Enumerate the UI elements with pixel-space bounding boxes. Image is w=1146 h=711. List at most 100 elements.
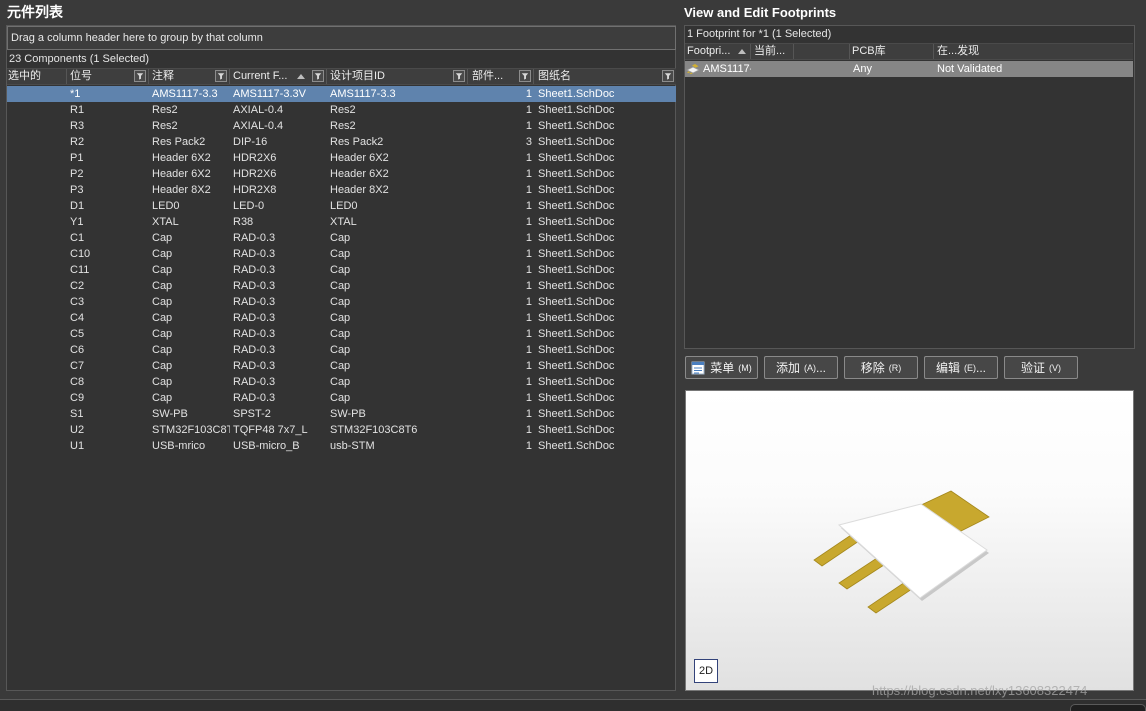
cell-selected (7, 102, 67, 118)
column-header-footprint[interactable]: Footpri... (685, 44, 751, 59)
cell-part-count: 1 (525, 200, 532, 212)
cell-design-item-id: Res2 (330, 104, 356, 116)
cell-designator: P2 (70, 168, 84, 180)
footprint-3d-preview[interactable]: 2D (685, 390, 1134, 691)
column-header-current-footprint[interactable]: Current F... (230, 69, 327, 84)
menu-button[interactable]: 菜单 (M) (685, 356, 758, 379)
cell-sheet: Sheet1.SchDoc (538, 424, 615, 436)
cell-current-footprint: RAD-0.3 (233, 248, 276, 260)
filter-icon[interactable] (215, 70, 227, 82)
filter-icon[interactable] (519, 70, 531, 82)
filter-icon[interactable] (134, 70, 146, 82)
component-row[interactable]: Y1 XTAL R38 XTAL 1 Sheet1.SchDoc (7, 214, 676, 230)
cell-designator: C7 (70, 360, 85, 372)
component-row[interactable]: C6 Cap RAD-0.3 Cap 1 Sheet1.SchDoc (7, 342, 676, 358)
cell-comment: AMS1117-3.3 (152, 88, 218, 100)
column-header-comment[interactable]: 注释 (149, 69, 230, 84)
component-row[interactable]: C7 Cap RAD-0.3 Cap 1 Sheet1.SchDoc (7, 358, 676, 374)
column-header-label: Footpri... (687, 45, 731, 57)
cell-selected (7, 438, 67, 454)
component-row[interactable]: C11 Cap RAD-0.3 Cap 1 Sheet1.SchDoc (7, 262, 676, 278)
cell-comment: Header 8X2 (152, 184, 211, 196)
component-row[interactable]: U1 USB-mrico USB-micro_B usb-STM 1 Sheet1.Sch… (7, 438, 676, 454)
cell-footprint: AMS1117- (685, 61, 751, 77)
cell-comment: Cap (152, 360, 173, 372)
column-header-sheet[interactable]: 图纸名 (534, 69, 676, 84)
cell-design-item-id: usb-STM (330, 440, 375, 452)
validate-button-label: 验证 (1020, 361, 1045, 375)
component-row[interactable]: P1 Header 6X2 HDR2X6 Header 6X2 1 Sheet1.SchD… (7, 150, 676, 166)
cell-part-count: 1 (525, 184, 532, 196)
column-header-pcb-library[interactable]: PCB库 (850, 44, 934, 59)
component-row[interactable]: C10 Cap RAD-0.3 Cap 1 Sheet1.SchDoc (7, 246, 676, 262)
filter-icon[interactable] (312, 70, 324, 82)
component-row[interactable]: P3 Header 8X2 HDR2X8 Header 8X2 1 Sheet1.SchD… (7, 182, 676, 198)
column-header-designator[interactable]: 位号 (67, 69, 149, 84)
cell-current-footprint: RAD-0.3 (233, 312, 276, 324)
cell-comment: Cap (152, 392, 173, 404)
column-header-current[interactable]: 当前... (751, 44, 794, 59)
remove-button[interactable]: 移除 (R) (844, 356, 918, 379)
cell-designator: P3 (70, 184, 84, 196)
column-header-selected[interactable]: 选中的 (7, 69, 67, 84)
cell-designator: U2 (70, 424, 85, 436)
filter-icon[interactable] (453, 70, 465, 82)
cell-comment: USB-mrico (152, 440, 206, 452)
component-row[interactable]: S1 SW-PB SPST-2 SW-PB 1 Sheet1.SchDoc (7, 406, 676, 422)
component-row[interactable]: P2 Header 6X2 HDR2X6 Header 6X2 1 Sheet1.SchD… (7, 166, 676, 182)
component-row[interactable]: C1 Cap RAD-0.3 Cap 1 Sheet1.SchDoc (7, 230, 676, 246)
cell-sheet: Sheet1.SchDoc (538, 216, 615, 228)
component-row[interactable]: D1 LED0 LED-0 LED0 1 Sheet1.SchDoc (7, 198, 676, 214)
remove-button-label: 移除 (860, 361, 885, 375)
cell-design-item-id: Cap (330, 392, 351, 404)
cell-design-item-id: XTAL (330, 216, 357, 228)
cell-part-count: 1 (525, 152, 532, 164)
edit-button-ellipsis: ... (976, 360, 987, 375)
footprint-icon (686, 64, 700, 75)
cell-designator: U1 (70, 440, 85, 452)
add-button[interactable]: 添加 (A) ... (764, 356, 838, 379)
cell-selected (7, 262, 67, 278)
cell-part-count: 1 (525, 248, 532, 260)
component-row[interactable]: U2 STM32F103C8T TQFP48 7x7_L STM32F103C8T6 1… (7, 422, 676, 438)
component-row[interactable]: C5 Cap RAD-0.3 Cap 1 Sheet1.SchDoc (7, 326, 676, 342)
cell-current-footprint: RAD-0.3 (233, 376, 276, 388)
cell-part-count: 1 (525, 392, 532, 404)
view-2d-button[interactable]: 2D (694, 659, 718, 683)
cell-design-item-id: SW-PB (330, 408, 366, 420)
cell-sheet: Sheet1.SchDoc (538, 168, 615, 180)
bottom-tab[interactable] (1070, 704, 1146, 711)
cell-part-count: 1 (525, 232, 532, 244)
cell-designator: *1 (70, 88, 81, 100)
component-row[interactable]: R3 Res2 AXIAL-0.4 Res2 1 Sheet1.SchDoc (7, 118, 676, 134)
cell-found-in: Not Validated (937, 63, 1003, 75)
cell-designator: C11 (70, 264, 90, 276)
component-row[interactable]: R1 Res2 AXIAL-0.4 Res2 1 Sheet1.SchDoc (7, 102, 676, 118)
component-row[interactable]: C4 Cap RAD-0.3 Cap 1 Sheet1.SchDoc (7, 310, 676, 326)
footprint-row[interactable]: AMS1117- Any Not Validated (685, 61, 1133, 77)
column-header-unlabeled[interactable] (794, 44, 850, 59)
component-row[interactable]: C8 Cap RAD-0.3 Cap 1 Sheet1.SchDoc (7, 374, 676, 390)
component-row[interactable]: *1 AMS1117-3.3 AMS1117-3.3V AMS1117-3.3 1 She… (7, 86, 676, 102)
column-header-found-in[interactable]: 在...发现 (934, 44, 1133, 59)
edit-button[interactable]: 编辑 (E) ... (924, 356, 998, 379)
cell-sheet: Sheet1.SchDoc (538, 152, 615, 164)
cell-part-count: 1 (525, 168, 532, 180)
component-row[interactable]: C3 Cap RAD-0.3 Cap 1 Sheet1.SchDoc (7, 294, 676, 310)
column-header-label: PCB库 (852, 45, 886, 57)
filter-icon[interactable] (662, 70, 674, 82)
component-row[interactable]: R2 Res Pack2 DIP-16 Res Pack2 3 Sheet1.SchDoc (7, 134, 676, 150)
component-row[interactable]: C2 Cap RAD-0.3 Cap 1 Sheet1.SchDoc (7, 278, 676, 294)
cell-sheet: Sheet1.SchDoc (538, 200, 615, 212)
cell-design-item-id: LED0 (330, 200, 358, 212)
cell-part-count: 1 (525, 344, 532, 356)
column-header-part-count[interactable]: 部件... (468, 69, 534, 84)
column-header-design-item-id[interactable]: 设计项目ID (327, 69, 468, 84)
cell-sheet: Sheet1.SchDoc (538, 280, 615, 292)
validate-button[interactable]: 验证 (V) (1004, 356, 1078, 379)
cell-comment: Cap (152, 312, 173, 324)
cell-current-footprint: USB-micro_B (233, 440, 300, 452)
group-by-drop-area[interactable]: Drag a column header here to group by th… (7, 26, 676, 50)
cell-designator: C2 (70, 280, 85, 292)
component-row[interactable]: C9 Cap RAD-0.3 Cap 1 Sheet1.SchDoc (7, 390, 676, 406)
